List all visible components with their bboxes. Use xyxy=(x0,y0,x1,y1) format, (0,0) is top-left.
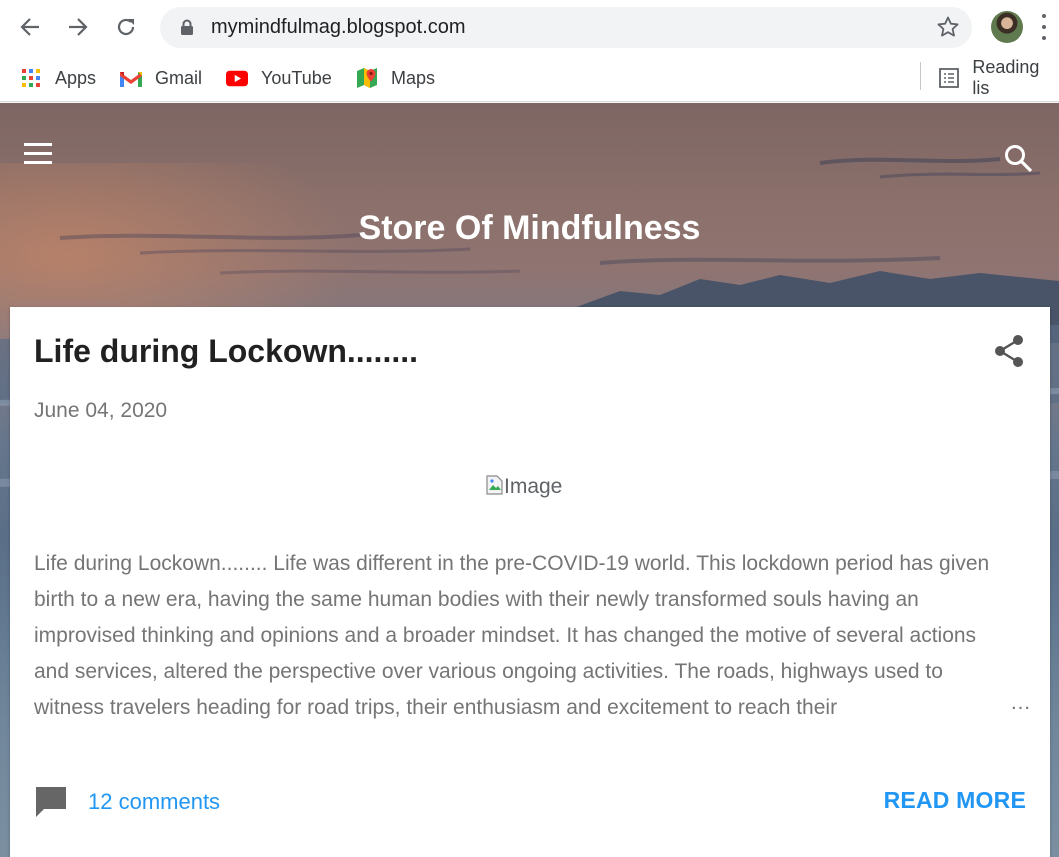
post-snippet: Life during Lockown........ Life was dif… xyxy=(34,552,990,719)
forward-button[interactable] xyxy=(60,9,96,45)
snippet-fade xyxy=(870,690,1010,726)
post-image[interactable]: Image xyxy=(486,475,562,499)
reload-icon xyxy=(117,18,135,36)
reload-button[interactable] xyxy=(108,9,144,45)
apps-grid-icon xyxy=(20,67,42,89)
bookmarks-bar: Apps Gmail YouTube Maps Reading lis xyxy=(0,54,1059,102)
bookmarks-divider xyxy=(920,62,921,90)
post-title[interactable]: Life during Lockown........ xyxy=(34,333,418,370)
snippet-ellipsis: … xyxy=(1010,691,1031,714)
hamburger-menu-button[interactable] xyxy=(24,143,56,167)
bookmark-maps[interactable]: Maps xyxy=(356,64,435,92)
url-text: mymindfulmag.blogspot.com xyxy=(211,16,466,38)
menu-icon xyxy=(24,152,52,155)
youtube-icon xyxy=(226,67,248,89)
reading-list-button[interactable]: Reading lis xyxy=(938,57,1059,98)
bookmark-apps[interactable]: Apps xyxy=(20,64,96,92)
comments-link[interactable]: 12 comments xyxy=(34,785,220,819)
bookmark-label: Apps xyxy=(55,67,97,88)
menu-icon xyxy=(24,161,52,164)
bookmark-youtube[interactable]: YouTube xyxy=(226,64,332,92)
share-icon xyxy=(995,335,1023,367)
post-card: Life during Lockown........ June 04, 202… xyxy=(10,307,1050,857)
blog-title[interactable]: Store Of Mindfulness xyxy=(0,209,1059,248)
back-button[interactable] xyxy=(12,9,48,45)
gmail-icon xyxy=(120,67,142,89)
browser-menu-button[interactable] xyxy=(1040,14,1048,40)
share-button[interactable] xyxy=(990,331,1030,371)
comment-icon xyxy=(36,787,66,817)
bookmark-label: Maps xyxy=(391,67,436,88)
address-bar[interactable]: mymindfulmag.blogspot.com xyxy=(160,7,972,48)
reading-list-label: Reading lis xyxy=(972,57,1040,98)
reading-list-icon xyxy=(938,67,959,89)
read-more-link[interactable]: READ MORE xyxy=(884,787,1026,814)
bookmark-star-icon[interactable] xyxy=(936,15,960,39)
menu-icon xyxy=(24,143,52,146)
comments-count: 12 comments xyxy=(88,789,221,814)
bookmark-label: Gmail xyxy=(155,67,203,88)
image-alt-text: Image xyxy=(504,475,563,498)
search-icon xyxy=(1005,145,1033,173)
search-button[interactable] xyxy=(1002,142,1036,176)
maps-icon xyxy=(356,67,378,89)
bookmark-gmail[interactable]: Gmail xyxy=(120,64,202,92)
bookmark-label: YouTube xyxy=(261,67,332,88)
broken-image-icon xyxy=(486,475,503,495)
profile-avatar[interactable] xyxy=(991,11,1023,43)
arrow-right-icon xyxy=(69,18,88,36)
post-date: June 04, 2020 xyxy=(34,399,168,422)
lock-icon xyxy=(181,19,193,35)
browser-toolbar: mymindfulmag.blogspot.com xyxy=(0,0,1059,54)
arrow-left-icon xyxy=(20,18,39,36)
